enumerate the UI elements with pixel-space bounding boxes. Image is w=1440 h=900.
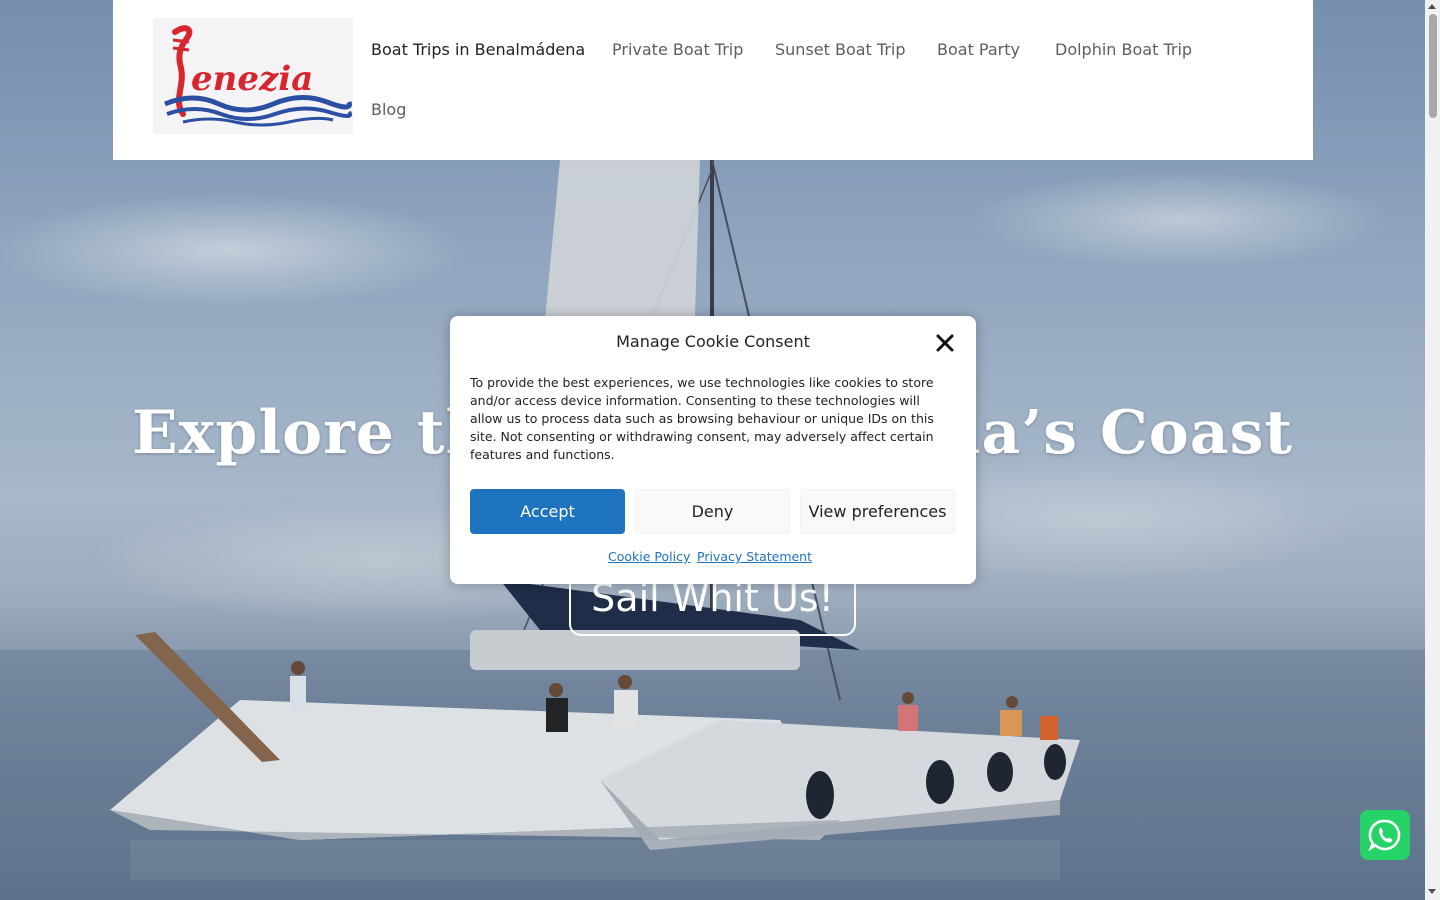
close-icon[interactable] [934,332,956,354]
scrollbar-thumb[interactable] [1429,14,1437,118]
view-preferences-button[interactable]: View preferences [800,489,955,534]
site-logo[interactable]: enezia [153,18,353,134]
nav-item-boat-trips[interactable]: Boat Trips in Benalmádena [371,40,585,59]
deny-button[interactable]: Deny [635,489,790,534]
nav-item-dolphin-boat-trip[interactable]: Dolphin Boat Trip [1055,40,1192,59]
scroll-down-arrow-icon[interactable] [1428,889,1436,894]
main-navigation: Boat Trips in Benalmádena Private Boat T… [371,0,1301,160]
nav-item-blog[interactable]: Blog [371,100,406,119]
page-scrollbar[interactable] [1425,0,1440,900]
cookie-modal-text: To provide the best experiences, we use … [470,375,934,462]
whatsapp-icon [1368,819,1401,852]
cookie-modal-title: Manage Cookie Consent [616,332,810,351]
nav-item-sunset-boat-trip[interactable]: Sunset Boat Trip [775,40,906,59]
whatsapp-button[interactable] [1360,810,1410,860]
svg-text:enezia: enezia [191,59,313,99]
cookie-policy-link[interactable]: Cookie Policy [608,549,690,564]
logo-gondola-icon: enezia [164,25,352,127]
privacy-statement-link[interactable]: Privacy Statement [697,549,812,564]
site-header: enezia Boat Trips in Benalmádena Private… [113,0,1313,160]
nav-item-boat-party[interactable]: Boat Party [937,40,1020,59]
accept-button[interactable]: Accept [470,489,625,534]
nav-item-private-boat-trip[interactable]: Private Boat Trip [612,40,743,59]
cookie-consent-modal: Manage Cookie Consent To provide the bes… [450,316,976,584]
scroll-up-arrow-icon[interactable] [1428,4,1436,9]
